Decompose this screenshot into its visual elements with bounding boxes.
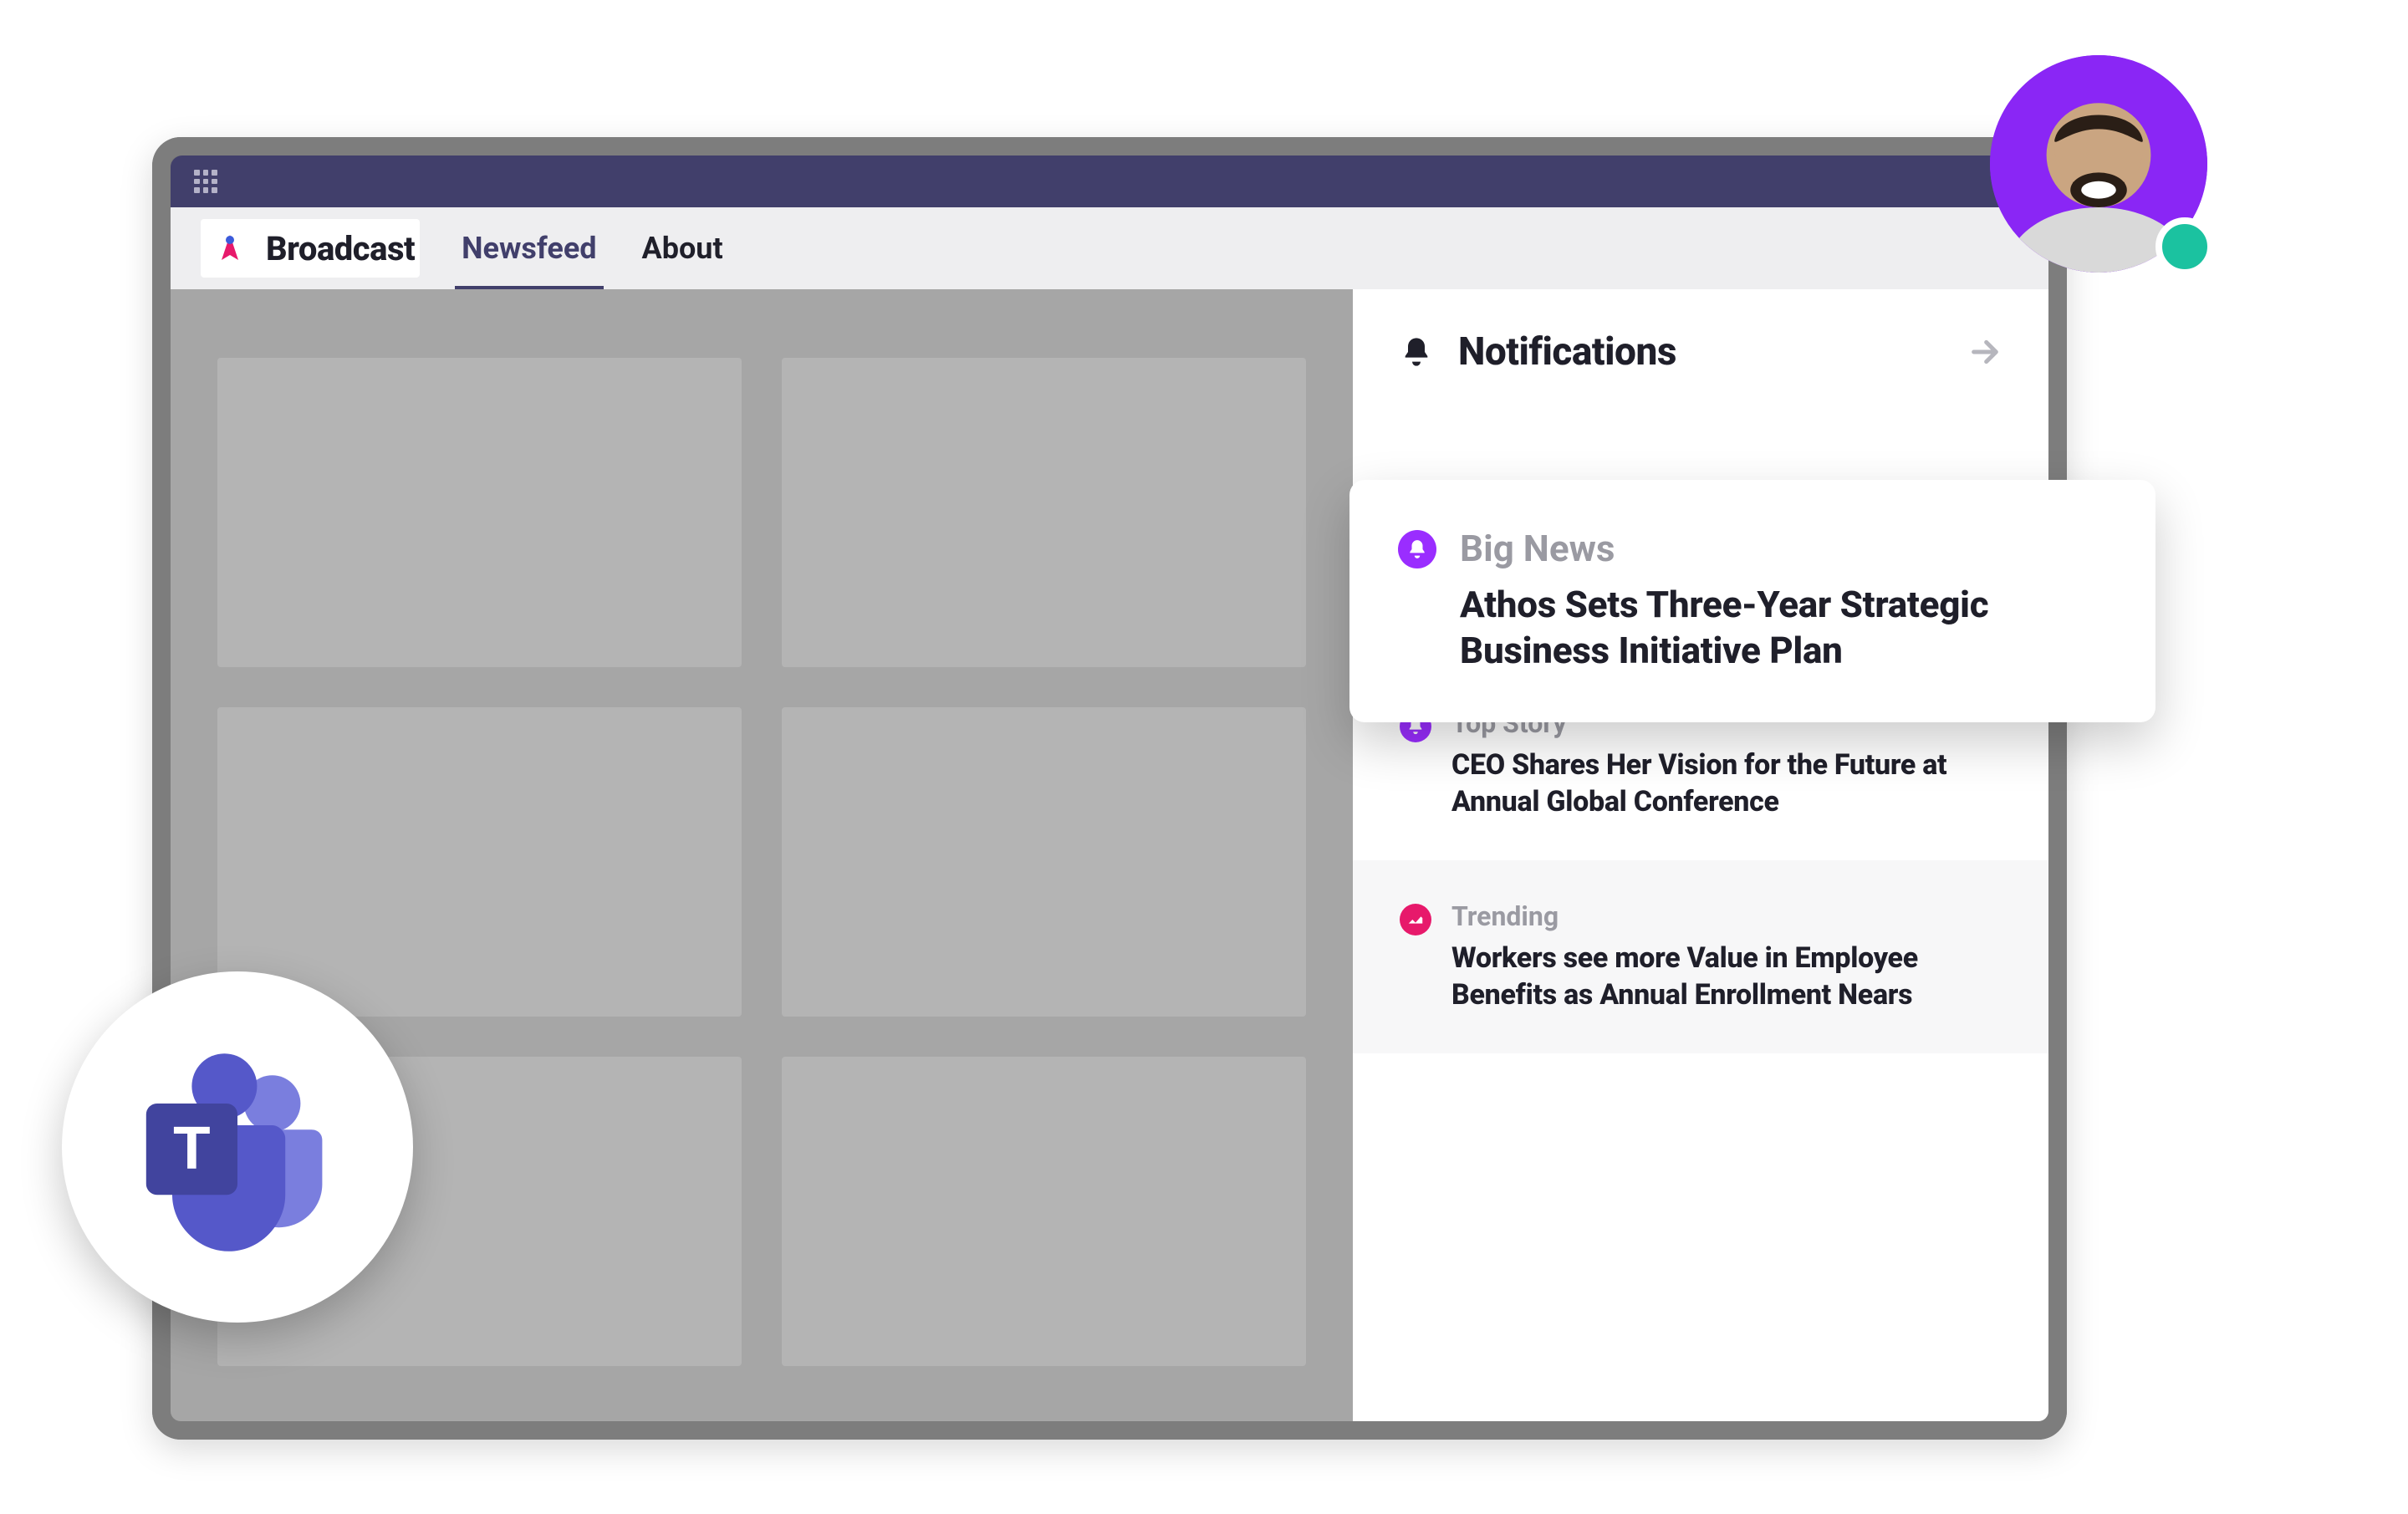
tab-newsfeed[interactable]: Newsfeed (458, 211, 599, 286)
ms-teams-badge-icon: T (62, 971, 413, 1323)
feed-card-placeholder[interactable] (782, 358, 1306, 667)
notifications-header: Notifications (1353, 289, 2048, 408)
feed-card-placeholder[interactable] (217, 358, 742, 667)
notification-item[interactable]: Trending Workers see more Value in Emplo… (1353, 860, 2048, 1053)
arrow-right-icon[interactable] (1968, 335, 2002, 369)
bell-icon (1398, 530, 1436, 568)
feed-card-placeholder[interactable] (782, 1057, 1306, 1366)
feed-card-placeholder[interactable] (782, 707, 1306, 1017)
app-logo-icon (209, 227, 251, 269)
notification-headline: CEO Shares Her Vision for the Future at … (1451, 747, 2002, 820)
svg-text:T: T (173, 1114, 210, 1182)
teams-titlebar (171, 155, 2048, 207)
app-launcher-icon[interactable] (194, 170, 217, 193)
notifications-panel: Notifications Top Story CEO Shares Her V… (1353, 289, 2048, 1421)
presence-indicator (2155, 217, 2214, 276)
content-area: Notifications Top Story CEO Shares Her V… (171, 289, 2048, 1421)
trend-icon (1400, 904, 1431, 935)
app-window: Broadcast Newsfeed About Notifications (152, 137, 2067, 1440)
feed-card-placeholder[interactable] (217, 707, 742, 1017)
app-tabbar: Broadcast Newsfeed About (171, 207, 2048, 289)
app-name: Broadcast (266, 229, 415, 268)
notifications-title: Notifications (1458, 329, 1943, 375)
notification-category: Trending (1451, 900, 2002, 932)
notification-category: Big News (1460, 527, 2107, 570)
notification-headline: Workers see more Value in Employee Benef… (1451, 941, 2002, 1013)
app-chip[interactable]: Broadcast (201, 219, 420, 278)
tab-about[interactable]: About (639, 211, 727, 286)
featured-notification-card[interactable]: Big News Athos Sets Three-Year Strategic… (1349, 480, 2155, 722)
bell-icon (1400, 335, 1433, 369)
user-avatar[interactable] (1990, 55, 2207, 273)
notification-headline: Athos Sets Three-Year Strategic Business… (1460, 582, 2107, 674)
